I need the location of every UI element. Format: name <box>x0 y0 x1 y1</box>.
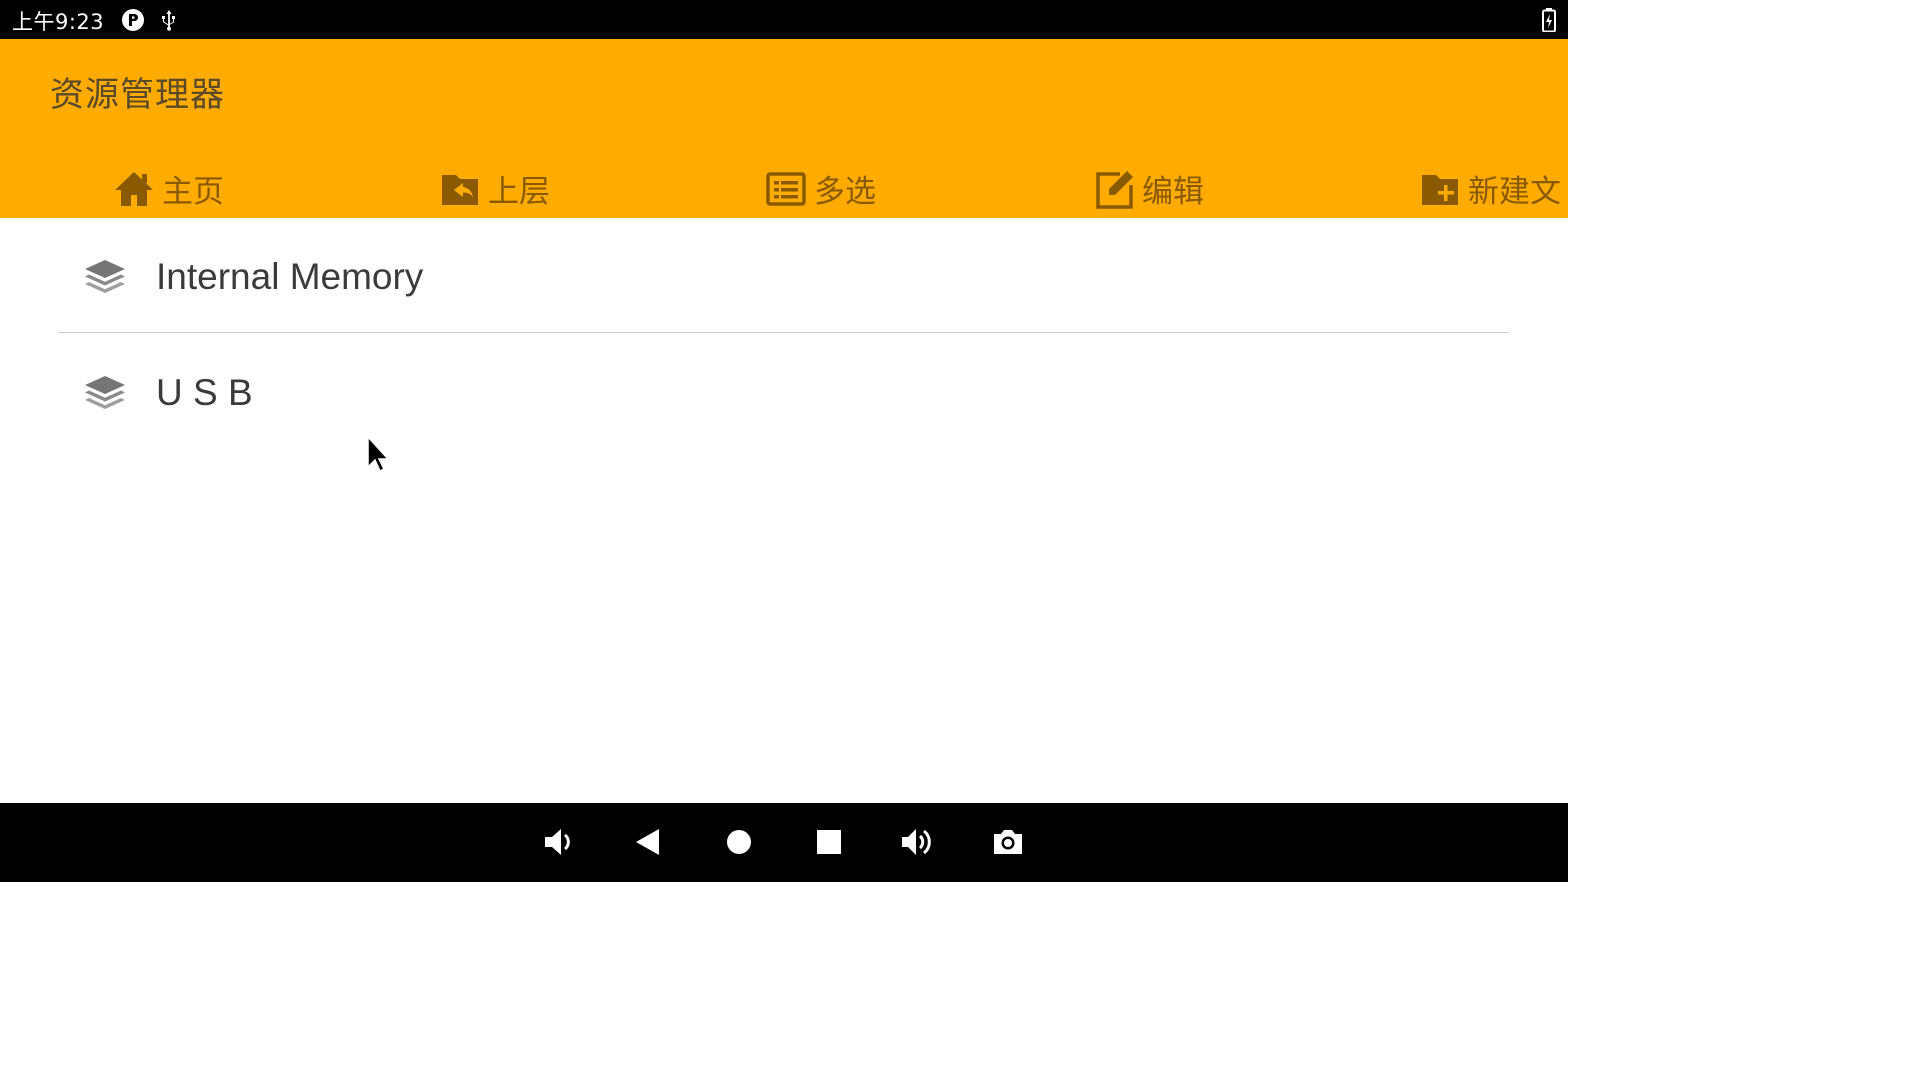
usb-icon <box>162 10 175 31</box>
list-item-label: Internal Memory <box>156 256 424 297</box>
toolbar: 主页 上层 多选 编辑 新建文 <box>0 159 1568 218</box>
folder-add-icon <box>1422 174 1458 205</box>
home-button[interactable]: 主页 <box>114 159 224 218</box>
new-folder-label: 新建文 <box>1468 174 1561 210</box>
edit-label: 编辑 <box>1142 174 1204 210</box>
status-time: 上午9:23 <box>12 10 105 34</box>
mouse-cursor-icon <box>367 436 390 473</box>
edit-button[interactable]: 编辑 <box>1094 159 1204 218</box>
list-item-usb[interactable]: U S B <box>0 336 1568 450</box>
navigation-bar <box>0 803 1568 882</box>
folder-back-icon <box>442 174 478 205</box>
volume-up-icon[interactable] <box>900 825 934 859</box>
camera-icon[interactable] <box>991 825 1025 859</box>
layers-icon <box>85 260 125 293</box>
list-divider <box>58 332 1509 333</box>
up-level-button[interactable]: 上层 <box>440 159 550 218</box>
storage-list: Internal Memory U S B <box>0 218 1568 803</box>
multiselect-label: 多选 <box>814 174 876 210</box>
edit-icon <box>1096 170 1133 209</box>
checklist-icon <box>766 171 806 206</box>
list-item-label: U S B <box>156 372 253 413</box>
p-badge-icon <box>122 9 144 31</box>
app-title: 资源管理器 <box>50 75 225 115</box>
new-folder-button[interactable]: 新建文 <box>1420 159 1561 218</box>
home-circle-icon[interactable] <box>722 825 756 859</box>
home-label: 主页 <box>162 174 224 210</box>
status-bar: 上午9:23 <box>0 0 1568 39</box>
multiselect-button[interactable]: 多选 <box>766 159 876 218</box>
up-level-label: 上层 <box>488 174 550 210</box>
battery-charging-icon <box>1542 8 1556 32</box>
home-icon <box>115 171 153 206</box>
list-item-internal-memory[interactable]: Internal Memory <box>0 220 1568 334</box>
app-bar: 资源管理器 主页 上层 多选 编辑 新建文 <box>0 39 1568 218</box>
layers-icon <box>85 376 125 409</box>
recents-icon[interactable] <box>812 825 846 859</box>
volume-down-icon[interactable] <box>542 825 576 859</box>
back-icon[interactable] <box>632 825 666 859</box>
